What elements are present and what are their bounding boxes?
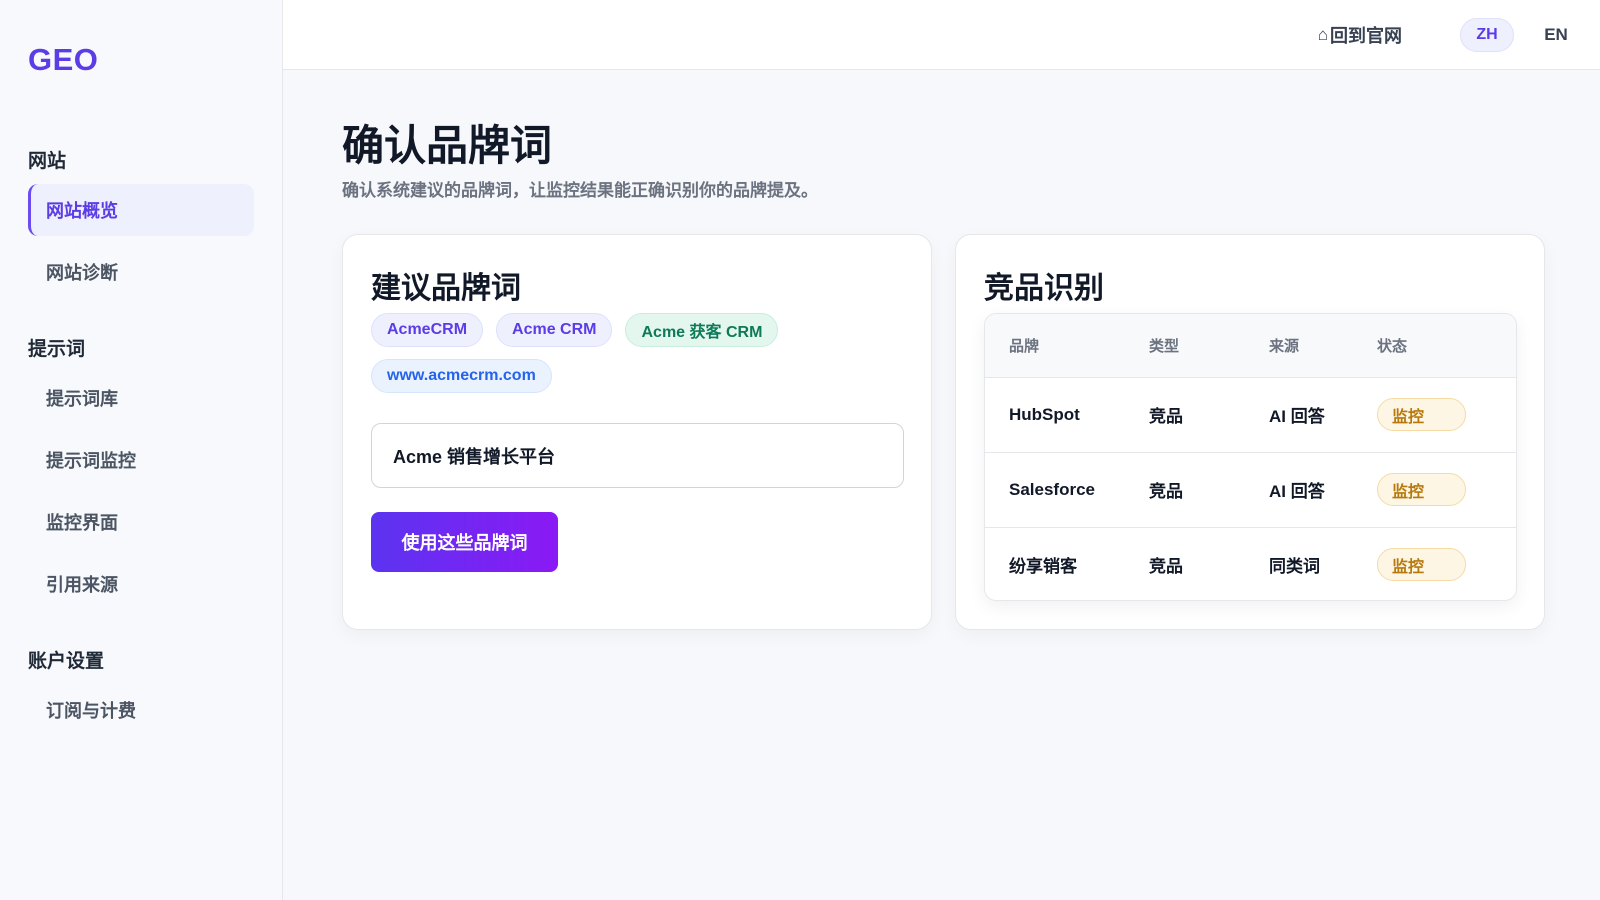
sidebar-item-citation-sources[interactable]: 引用来源: [28, 558, 254, 610]
competitor-type: 竞品: [1149, 526, 1269, 600]
sidebar-item-site-diagnosis[interactable]: 网站诊断: [28, 246, 254, 298]
page-subtitle: 确认系统建议的品牌词，让监控结果能正确识别你的品牌提及。: [342, 181, 818, 200]
competitor-type: 竞品: [1149, 451, 1269, 527]
sidebar-item-prompt-library[interactable]: 提示词库: [28, 372, 254, 424]
back-to-website-link[interactable]: ⌂ 回到官网: [1318, 22, 1402, 48]
brand-term-chip[interactable]: www.acmecrm.com: [371, 359, 552, 393]
suggested-brand-terms-title: 建议品牌词: [371, 272, 521, 305]
status-badge[interactable]: 监控: [1377, 473, 1466, 506]
sidebar-item-prompt-monitoring[interactable]: 提示词监控: [28, 434, 254, 486]
column-header-type: 类型: [1149, 314, 1269, 378]
table-row[interactable]: Salesforce 竞品 AI 回答 监控: [985, 451, 1516, 527]
competitor-brand: HubSpot: [1009, 404, 1080, 424]
nav-section-account: 账户设置: [28, 651, 105, 672]
nav-section-prompts: 提示词: [28, 339, 86, 360]
status-badge[interactable]: 监控: [1377, 398, 1466, 431]
column-header-brand: 品牌: [985, 314, 1149, 378]
competitor-source: 同类词: [1269, 526, 1377, 600]
brand-term-chip[interactable]: AcmeCRM: [371, 313, 484, 347]
sidebar-item-monitor-dashboard[interactable]: 监控界面: [28, 496, 254, 548]
language-zh-button[interactable]: ZH: [1460, 18, 1514, 52]
competitor-source: AI 回答: [1269, 451, 1377, 527]
back-to-website-label: 回到官网: [1330, 26, 1402, 46]
language-en-button[interactable]: EN: [1536, 18, 1576, 52]
app-logo[interactable]: GEO: [28, 42, 98, 78]
competitor-identification-title: 竞品识别: [984, 272, 1104, 305]
brand-term-chip[interactable]: Acme CRM: [496, 313, 613, 347]
competitor-type: 竞品: [1149, 407, 1183, 426]
nav-section-website: 网站: [28, 151, 67, 172]
competitor-source: AI 回答: [1269, 407, 1325, 426]
sidebar-item-billing[interactable]: 订阅与计费: [28, 684, 254, 736]
topbar: ⌂ 回到官网 ZH EN: [283, 0, 1600, 70]
sidebar: GEO 网站 网站概览 网站诊断 提示词 提示词库 提示词监控 监控界面 引用来…: [0, 0, 283, 900]
page-title: 确认品牌词: [342, 122, 553, 169]
home-icon: ⌂: [1317, 25, 1328, 44]
table-header-row: 品牌 类型 来源 状态: [985, 314, 1516, 378]
competitor-brand: 纷享销客: [985, 526, 1149, 600]
sidebar-item-site-overview[interactable]: 网站概览: [28, 184, 254, 236]
brand-term-input[interactable]: [371, 423, 904, 488]
table-row[interactable]: HubSpot 竞品 AI 回答 监控: [985, 377, 1516, 452]
table-row[interactable]: 纷享销客 竞品 同类词 监控: [985, 526, 1516, 600]
brand-term-chip[interactable]: Acme 获客 CRM: [625, 313, 779, 347]
brand-term-chips: AcmeCRM Acme CRM Acme 获客 CRM www.acmecrm…: [371, 313, 911, 393]
column-header-status: 状态: [1377, 314, 1516, 378]
suggested-brand-terms-card: 建议品牌词 AcmeCRM Acme CRM Acme 获客 CRM www.a…: [342, 234, 932, 630]
use-brand-terms-button[interactable]: 使用这些品牌词: [371, 512, 558, 572]
competitor-table: 品牌 类型 来源 状态 HubSpot 竞品 AI 回答 监控 Salesfor…: [984, 313, 1517, 601]
competitor-brand: Salesforce: [985, 451, 1149, 527]
competitor-identification-card: 竞品识别 品牌 类型 来源 状态 HubSpot 竞品 AI 回答 监控 Sal…: [955, 234, 1545, 630]
status-badge[interactable]: 监控: [1377, 548, 1466, 582]
column-header-source: 来源: [1269, 314, 1377, 378]
